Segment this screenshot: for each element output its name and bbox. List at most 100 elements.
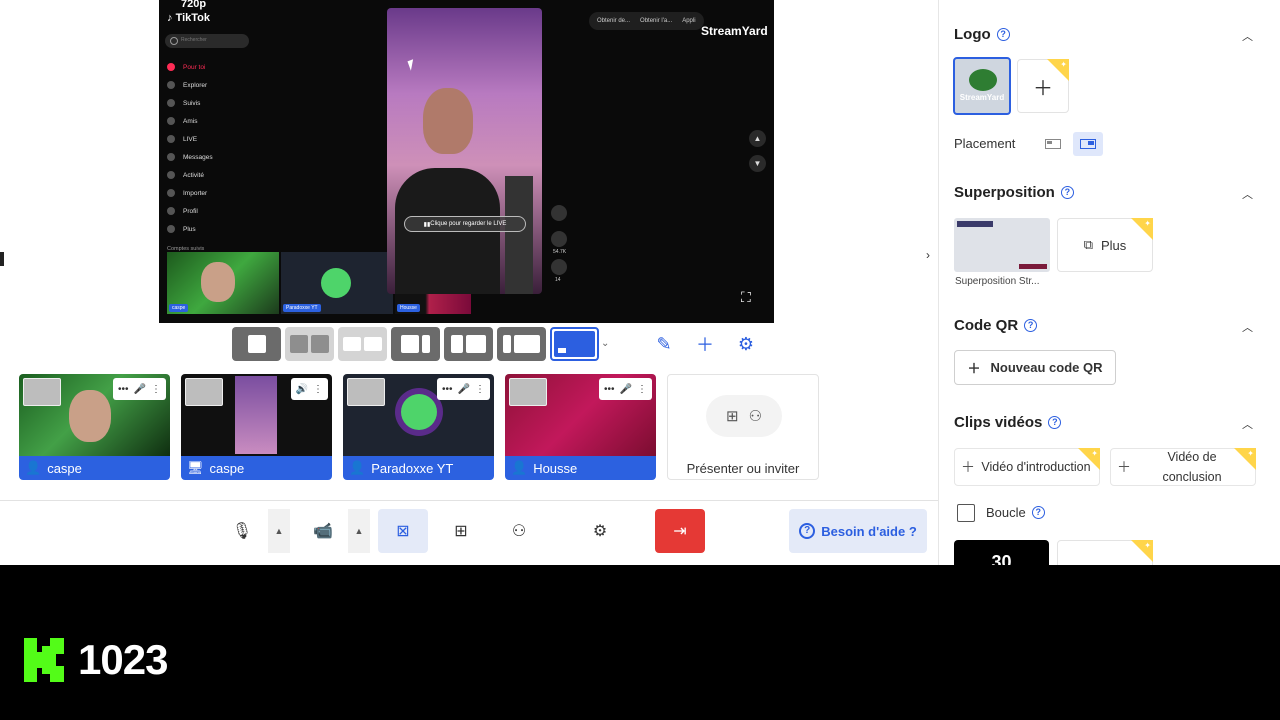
guest-tile[interactable]: 🔊 ⋮ 🖥 caspe bbox=[181, 374, 332, 480]
tiktok-pill: Obtenir l'a... bbox=[640, 18, 673, 24]
intro-video-button[interactable]: ＋ Vidéo d'introduction bbox=[954, 448, 1100, 486]
streamyard-watermark: StreamYard bbox=[701, 24, 768, 38]
pencil-icon[interactable]: ✎ bbox=[645, 327, 683, 361]
more-options-icon[interactable]: ⋮ bbox=[313, 384, 323, 395]
camera-icon: 📹 bbox=[313, 523, 333, 540]
layout-split-button[interactable] bbox=[285, 327, 334, 361]
tiktok-nav-item: LIVE bbox=[167, 130, 257, 148]
add-to-stage-icon[interactable] bbox=[509, 378, 547, 406]
placement-right-button[interactable] bbox=[1073, 132, 1103, 156]
add-to-stage-icon[interactable] bbox=[185, 378, 223, 406]
tiktok-side-thumb bbox=[505, 176, 533, 294]
control-bar: 🎙 ▲ 📹 ▲ ⊠ ⊞ ⚇ ⚙ ⇥ ? Besoin d'aide ? bbox=[0, 509, 938, 555]
countdown-clip-thumbnail[interactable]: 30 bbox=[954, 540, 1049, 565]
gear-icon[interactable]: ⚙ bbox=[727, 327, 765, 361]
tiktok-nav-item: Explorer bbox=[167, 76, 257, 94]
tiktok-live-pill: ▮▮ Clique pour regarder le LIVE bbox=[404, 216, 526, 232]
more-options-icon[interactable]: ⋮ bbox=[151, 384, 161, 395]
layout-sidebar-button[interactable] bbox=[497, 327, 546, 361]
guest-tile[interactable]: ••• 🎤 ⋮ 👤 Paradoxxe YT bbox=[343, 374, 494, 480]
kick-viewer-count: 1023 bbox=[78, 636, 168, 683]
plus-icon[interactable]: ＋ bbox=[686, 327, 724, 361]
person-icon: 👤 bbox=[511, 460, 528, 475]
layout-solo-button[interactable] bbox=[232, 327, 281, 361]
person bbox=[395, 88, 500, 294]
add-to-stage-icon[interactable] bbox=[23, 378, 61, 406]
overlay-thumb-label: Superposition Str... bbox=[955, 276, 1040, 287]
screen-share-icon: 🖥 bbox=[187, 460, 204, 475]
leave-studio-button[interactable]: ⇥ bbox=[655, 509, 705, 553]
audio-level-icon: ••• bbox=[118, 383, 129, 395]
camera-button[interactable]: 📹 bbox=[300, 509, 346, 553]
settings-button[interactable]: ⚙ bbox=[577, 509, 623, 553]
layout-pip-button[interactable] bbox=[444, 327, 493, 361]
left-panel-handle[interactable] bbox=[0, 252, 4, 266]
gear-icon: ⚙ bbox=[592, 523, 608, 540]
clip-plus-button[interactable] bbox=[1057, 540, 1153, 565]
collapse-qr-icon[interactable]: ︿ bbox=[1242, 319, 1253, 335]
guest-tile[interactable]: ••• 🎤 ⋮ 👤 caspe bbox=[19, 374, 170, 480]
new-qr-code-button[interactable]: ＋ Nouveau code QR bbox=[954, 350, 1116, 385]
help-icon[interactable]: ? bbox=[1060, 186, 1074, 199]
guest-controls: ••• 🎤 ⋮ bbox=[437, 378, 490, 400]
person-face bbox=[69, 390, 111, 442]
tiktok-nav-item: Plus bbox=[167, 220, 257, 238]
invite-button[interactable]: ⚇ bbox=[496, 509, 542, 553]
qr-section-title: Code QR? bbox=[954, 317, 1038, 334]
tiktok-nav-item: Pour toi bbox=[167, 58, 257, 76]
mic-icon[interactable]: 🎤 bbox=[620, 384, 632, 395]
divider bbox=[0, 500, 938, 501]
audio-level-icon: ••• bbox=[604, 383, 615, 395]
add-to-stage-icon[interactable] bbox=[347, 378, 385, 406]
layout-leader-button[interactable] bbox=[391, 327, 440, 361]
more-options-icon[interactable]: ⋮ bbox=[475, 384, 485, 395]
overlay-thumbnail[interactable] bbox=[954, 218, 1050, 272]
present-button[interactable]: ⊞ bbox=[438, 509, 484, 553]
layout-grid-button[interactable] bbox=[338, 327, 387, 361]
guest-tile[interactable]: ••• 🎤 ⋮ 👤 Housse bbox=[505, 374, 656, 480]
tiktok-pill: Obtenir de... bbox=[597, 18, 631, 24]
outro-video-button[interactable]: ＋ Vidéo de conclusion bbox=[1110, 448, 1256, 486]
help-icon[interactable]: ? bbox=[1048, 416, 1062, 429]
help-icon[interactable]: ? bbox=[996, 28, 1010, 41]
logo-thumbnail[interactable]: StreamYard bbox=[953, 57, 1011, 115]
friends-icon bbox=[167, 117, 175, 125]
screen-share-off-icon: ⊠ bbox=[396, 523, 410, 540]
add-logo-button[interactable]: ＋ bbox=[1017, 59, 1069, 113]
layout-more-chevron-icon[interactable]: ⌄ bbox=[601, 338, 609, 349]
share-icon bbox=[551, 259, 567, 275]
loop-checkbox[interactable] bbox=[957, 504, 975, 522]
collapse-clips-icon[interactable]: ︿ bbox=[1242, 416, 1253, 432]
stop-screen-share-button[interactable]: ⊠ bbox=[378, 509, 428, 553]
question-icon: ? bbox=[799, 523, 816, 539]
mic-icon[interactable]: 🎤 bbox=[458, 384, 470, 395]
overlay-plus-button[interactable]: ⧉ Plus bbox=[1057, 218, 1153, 272]
mic-options-chevron-icon[interactable]: ▲ bbox=[268, 509, 290, 553]
layout-fullscreen-button[interactable] bbox=[550, 327, 599, 361]
exit-icon: ⇥ bbox=[673, 523, 687, 540]
help-button[interactable]: ? Besoin d'aide ? bbox=[789, 509, 927, 553]
help-icon[interactable]: ? bbox=[1031, 506, 1045, 519]
layout-selector bbox=[232, 327, 599, 361]
chevron-right-icon[interactable]: › bbox=[926, 248, 940, 274]
alien-avatar-icon bbox=[401, 394, 437, 430]
mic-icon[interactable]: 🎤 bbox=[134, 384, 146, 395]
mic-icon: 🎙 bbox=[231, 523, 253, 540]
overlay-banner bbox=[957, 221, 993, 227]
placement-left-button[interactable] bbox=[1038, 132, 1068, 156]
person-icon bbox=[343, 337, 361, 351]
present-or-invite-card[interactable]: ⊞ ⚇ Présenter ou inviter bbox=[667, 374, 819, 480]
tiktok-actions: 54.7K 14 bbox=[551, 205, 571, 283]
help-icon[interactable]: ? bbox=[1024, 319, 1038, 332]
camera-options-chevron-icon[interactable]: ▲ bbox=[348, 509, 370, 553]
collapse-logo-icon[interactable]: ︿ bbox=[1242, 28, 1253, 44]
profile-icon bbox=[167, 207, 175, 215]
stage-preview[interactable]: ♪ TikTok Rechercher Pour toi Explorer Su… bbox=[159, 0, 774, 323]
mic-button[interactable]: 🎙 bbox=[219, 509, 265, 553]
more-options-icon[interactable]: ⋮ bbox=[637, 384, 647, 395]
collapse-overlay-icon[interactable]: ︿ bbox=[1242, 186, 1253, 202]
stage-area: ♪ TikTok Rechercher Pour toi Explorer Su… bbox=[0, 0, 938, 565]
fullscreen-icon[interactable]: ⛶ bbox=[741, 290, 755, 304]
speaker-icon[interactable]: 🔊 bbox=[296, 384, 308, 395]
tiktok-nav-arrows: ▲ ▼ bbox=[749, 130, 766, 180]
